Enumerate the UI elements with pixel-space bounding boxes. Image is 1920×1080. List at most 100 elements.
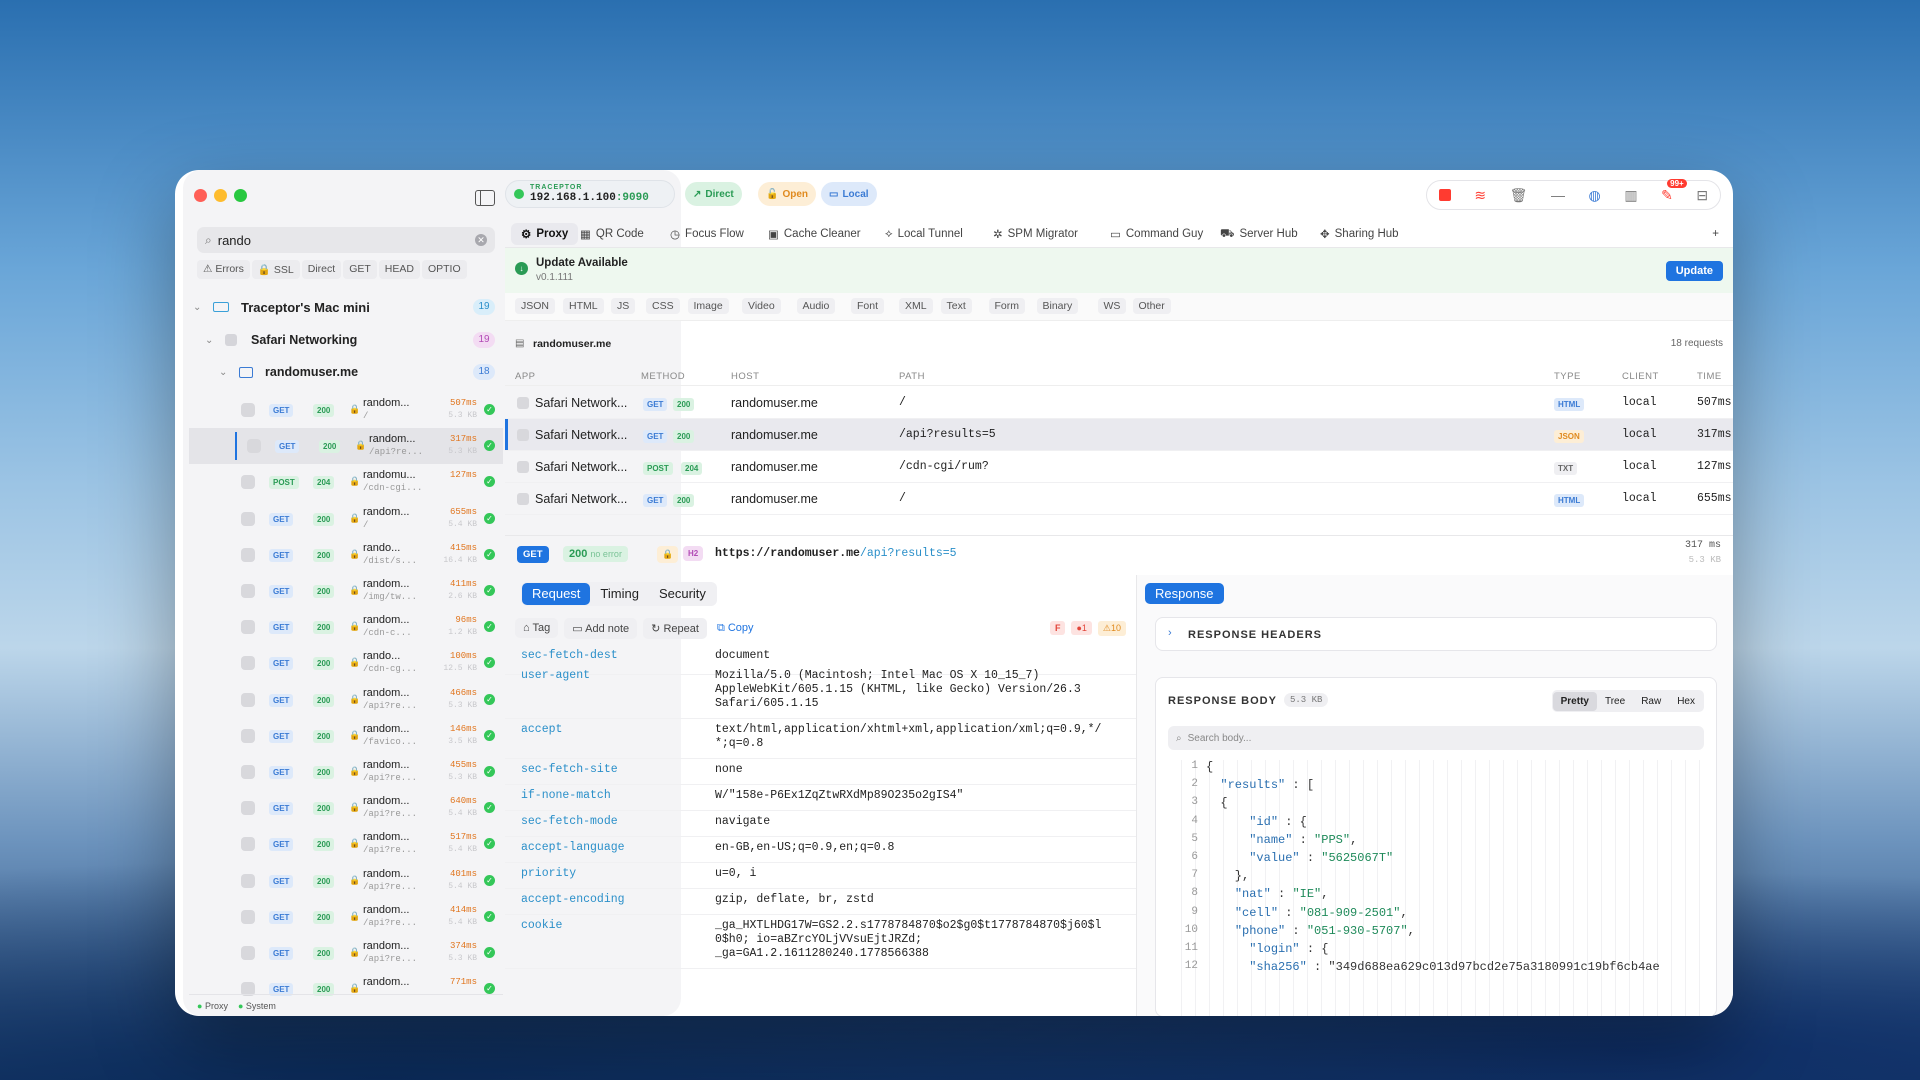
tag-button[interactable]: ⌂ Tag: [515, 618, 559, 638]
sidebar-toggle-icon[interactable]: [475, 190, 495, 206]
request-item[interactable]: GET 200 🔒 random.../favico... 146ms 3.5 KB ✓: [183, 718, 503, 754]
request-item[interactable]: GET 200 🔒 random... / 507ms 5.3 KB ✓: [183, 392, 503, 428]
type-filter-form[interactable]: Form: [988, 298, 1025, 314]
table-row[interactable]: Safari Network... POST 204 randomuser.me/cd…: [505, 451, 1733, 483]
filter-get[interactable]: GET: [343, 260, 377, 279]
zoom-window-button[interactable]: [234, 189, 247, 202]
proxy-address-pill[interactable]: TRACEPTOR 192.168.1.100:9090: [505, 180, 675, 208]
type-filter-video[interactable]: Video: [742, 298, 781, 314]
panel-icon[interactable]: ⊟: [1696, 187, 1708, 204]
minus-icon[interactable]: —: [1551, 187, 1565, 203]
sidebar-search[interactable]: ⌕ rando ✕: [197, 227, 495, 253]
type-filter-js[interactable]: JS: [611, 298, 636, 314]
tree-host[interactable]: ⌄ randomuser.me 18: [183, 359, 503, 385]
col-host[interactable]: HOST: [731, 371, 759, 382]
col-type[interactable]: TYPE: [1554, 371, 1581, 382]
clear-search-icon[interactable]: ✕: [475, 234, 487, 246]
type-filter-xml[interactable]: XML: [899, 298, 933, 314]
filter-ssl[interactable]: 🔒 SSL: [251, 260, 300, 279]
tab-qr-code[interactable]: ▦ QR Code: [570, 223, 654, 245]
header-value[interactable]: gzip, deflate, br, zstd: [715, 893, 874, 907]
tab-focus-flow[interactable]: ◷ Focus Flow: [660, 223, 754, 245]
detail-url[interactable]: https://randomuser.me/api?results=5: [715, 547, 957, 560]
filter-errors[interactable]: ⚠ Errors: [197, 260, 250, 279]
request-item[interactable]: GET 200 🔒 random.../cdn-c... 96ms 1.2 KB ✓: [183, 609, 503, 645]
table-row[interactable]: Safari Network... GET 200 randomuser.me / HTM…: [505, 387, 1733, 419]
request-item[interactable]: GET 200 🔒 random.../api?re... 517ms 5.4 KB ✓: [183, 826, 503, 862]
header-value[interactable]: _ga_HXTLHDG17W=GS2.2.s1778784870$o2$g0$t…: [715, 919, 1101, 961]
type-filter-other[interactable]: Other: [1132, 298, 1171, 314]
tab-local-tunnel[interactable]: ⟡ Local Tunnel: [875, 223, 973, 245]
tree-app[interactable]: ⌄ Safari Networking 19: [183, 327, 503, 353]
type-filter-text[interactable]: Text: [940, 298, 972, 314]
filter-options[interactable]: OPTIO: [421, 260, 467, 279]
request-item[interactable]: GET 200 🔒 rando.../cdn-cg... 100ms 12.5 KB ✓: [183, 645, 503, 681]
request-item[interactable]: POST 204 🔒 randomu.../cdn-cgi... 127ms ✓: [183, 464, 503, 500]
request-item[interactable]: GET 200 🔒 random... /api?re... 455ms 5.3 KB ✓: [183, 754, 503, 790]
type-filter-audio[interactable]: Audio: [796, 298, 836, 314]
header-value[interactable]: en-GB,en-US;q=0.9,en;q=0.8: [715, 841, 894, 855]
minimize-window-button[interactable]: [214, 189, 227, 202]
repeat-button[interactable]: ↻ Repeat: [643, 617, 707, 639]
notifications-icon[interactable]: ✎ 99+: [1661, 178, 1687, 204]
request-item[interactable]: GET 200 🔒 random... /img/tw... 411ms 2.6 KB ✓: [183, 573, 503, 609]
body-search[interactable]: ⌕ Search body...: [1168, 726, 1704, 750]
view-pretty[interactable]: Pretty: [1552, 691, 1597, 711]
col-client[interactable]: CLIENT: [1622, 371, 1659, 382]
request-item[interactable]: GET 200 🔒 rando.../dist/s... 415ms 16.4 KB ✓: [183, 537, 503, 573]
view-tree[interactable]: Tree: [1597, 692, 1633, 711]
header-value[interactable]: document: [715, 649, 770, 663]
header-value[interactable]: Mozilla/5.0 (Macintosh; Intel Mac OS X 1…: [715, 669, 1081, 711]
type-filter-json[interactable]: JSON: [515, 298, 556, 314]
add-note-button[interactable]: ▭ Add note: [564, 617, 638, 639]
stop-recording-icon[interactable]: [1438, 189, 1451, 201]
header-value[interactable]: u=0, i: [715, 867, 756, 881]
globe-icon[interactable]: ◍: [1589, 187, 1601, 204]
type-filter-binary[interactable]: Binary: [1036, 298, 1079, 314]
trash-icon[interactable]: 🗑: [1510, 187, 1528, 204]
col-app[interactable]: APP: [515, 371, 536, 382]
request-item[interactable]: GET 200 🔒 random.../api?re... 640ms 5.4 KB ✓: [183, 790, 503, 826]
tab-command-guy[interactable]: ▭ Command Guy: [1100, 223, 1213, 245]
header-value[interactable]: W/"158e-P6Ex1ZqZtwRXdMp89O235o2gIS4": [715, 789, 963, 803]
body-search-input[interactable]: Search body...: [1188, 733, 1252, 744]
tab-request[interactable]: Request: [522, 583, 591, 605]
proxy-status[interactable]: ● Proxy: [197, 1001, 228, 1011]
search-input[interactable]: rando: [218, 233, 475, 248]
table-row[interactable]: Safari Network... GET 200 randomuser.me / HTM…: [505, 483, 1733, 515]
col-path[interactable]: PATH: [899, 371, 925, 382]
type-filter-ws[interactable]: WS: [1097, 298, 1127, 314]
tab-timing[interactable]: Timing: [590, 583, 649, 605]
waveform-icon[interactable]: ≋: [1474, 187, 1486, 204]
tab-spm-migrator[interactable]: ✲ SPM Migrator: [983, 223, 1088, 245]
col-method[interactable]: METHOD: [641, 371, 685, 382]
copy-button[interactable]: ⧉ Copy: [713, 618, 758, 639]
add-tab-icon[interactable]: +: [1702, 223, 1729, 245]
tab-sharing-hub[interactable]: ✥ Sharing Hub: [1310, 223, 1409, 245]
header-value[interactable]: none: [715, 763, 743, 777]
col-time[interactable]: TIME: [1697, 371, 1722, 382]
tab-proxy[interactable]: ⚙ Proxy: [511, 223, 579, 245]
request-item[interactable]: GET 200 🔒 random.../api?re... 401ms 5.4 KB ✓: [183, 863, 503, 899]
mode-open[interactable]: 🔓 Open: [758, 182, 817, 206]
tree-device[interactable]: ⌄ Traceptor's Mac mini 19: [183, 294, 503, 320]
type-filter-html[interactable]: HTML: [563, 298, 604, 314]
tab-security[interactable]: Security: [649, 583, 716, 605]
tab-cache-cleaner[interactable]: ▣ Cache Cleaner: [758, 223, 871, 245]
view-hex[interactable]: Hex: [1669, 692, 1703, 711]
filter-direct[interactable]: Direct: [301, 260, 342, 279]
view-raw[interactable]: Raw: [1633, 692, 1669, 711]
table-row[interactable]: Safari Network... GET 200 randomuser.me/api…: [505, 419, 1733, 451]
filter-head[interactable]: HEAD: [378, 260, 420, 279]
header-value[interactable]: text/html,application/xhtml+xml,applicat…: [715, 723, 1101, 751]
type-filter-css[interactable]: CSS: [646, 298, 680, 314]
system-status[interactable]: ● System: [238, 1001, 276, 1011]
update-button[interactable]: Update: [1665, 261, 1723, 281]
mode-local[interactable]: ▭ Local: [821, 182, 877, 206]
request-item[interactable]: GET 200 🔒 random.../api?re... 466ms 5.3 KB ✓: [183, 682, 503, 718]
columns-icon[interactable]: ▥: [1624, 187, 1637, 204]
response-headers-section[interactable]: › RESPONSE HEADERS: [1155, 617, 1717, 651]
request-item[interactable]: GET 200 🔒 random.../api?re... 414ms 5.4 KB ✓: [183, 899, 503, 935]
type-filter-font[interactable]: Font: [851, 298, 885, 314]
request-item[interactable]: GET 200 🔒 random.../ 655ms 5.4 KB ✓: [183, 501, 503, 537]
